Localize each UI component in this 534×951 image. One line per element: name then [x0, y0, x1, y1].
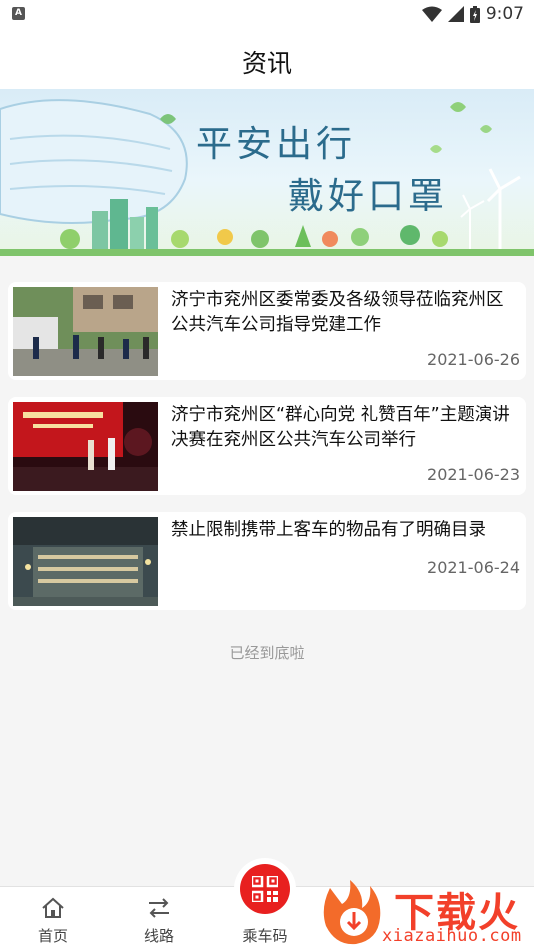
watermark-logo: 下载火 xiazaihuo.com — [316, 878, 534, 950]
watermark-url: xiazaihuo.com — [382, 926, 522, 946]
news-thumbnail — [13, 517, 158, 606]
news-date: 2021-06-26 — [427, 350, 520, 369]
news-date: 2021-06-24 — [427, 558, 520, 577]
end-of-list-text: 已经到底啦 — [229, 644, 305, 662]
news-item[interactable]: 济宁市兖州区委常委及各级领导莅临兖州区公共汽车公司指导党建工作 2021-06-… — [8, 282, 526, 380]
tab-routes-label: 线路 — [143, 927, 174, 945]
clock-time: 9:07 — [485, 4, 524, 24]
qr-code-icon — [252, 876, 278, 902]
battery-icon — [469, 5, 480, 23]
tab-routes[interactable]: 线路 — [106, 887, 212, 951]
wifi-icon — [421, 6, 442, 22]
home-icon — [42, 897, 64, 918]
status-indicators: 9:07 — [421, 3, 524, 25]
tab-ride-code-label: 乘车码 — [242, 927, 288, 945]
flame-logo-icon — [323, 880, 381, 945]
banner[interactable]: 平安出行 戴好口罩 — [0, 89, 534, 256]
tab-home[interactable]: 首页 — [0, 887, 106, 951]
news-title: 济宁市兖州区“群心向党 礼赞百年”主题演讲决赛在兖州区公共汽车公司举行 — [171, 405, 510, 450]
news-item[interactable]: 济宁市兖州区“群心向党 礼赞百年”主题演讲决赛在兖州区公共汽车公司举行 2021… — [8, 397, 526, 495]
tab-home-label: 首页 — [37, 927, 68, 945]
news-item[interactable]: 禁止限制携带上客车的物品有了明确目录 2021-06-24 — [8, 512, 526, 610]
news-thumbnail — [13, 402, 158, 491]
notification-badge-icon: A — [12, 7, 25, 20]
news-date: 2021-06-23 — [427, 465, 520, 484]
status-bar: A 9:07 — [0, 0, 534, 28]
banner-text-line2: 戴好口罩 — [288, 176, 449, 217]
news-title: 禁止限制携带上客车的物品有了明确目录 — [171, 520, 486, 540]
news-title: 济宁市兖州区委常委及各级领导莅临兖州区公共汽车公司指导党建工作 — [171, 290, 504, 335]
banner-text-line1: 平安出行 — [196, 124, 357, 165]
ride-code-button[interactable] — [240, 864, 290, 914]
page-title: 资讯 — [241, 49, 292, 78]
header: 资讯 — [0, 28, 534, 89]
signal-icon — [447, 6, 464, 22]
news-thumbnail — [13, 287, 158, 376]
routes-icon — [149, 898, 169, 918]
